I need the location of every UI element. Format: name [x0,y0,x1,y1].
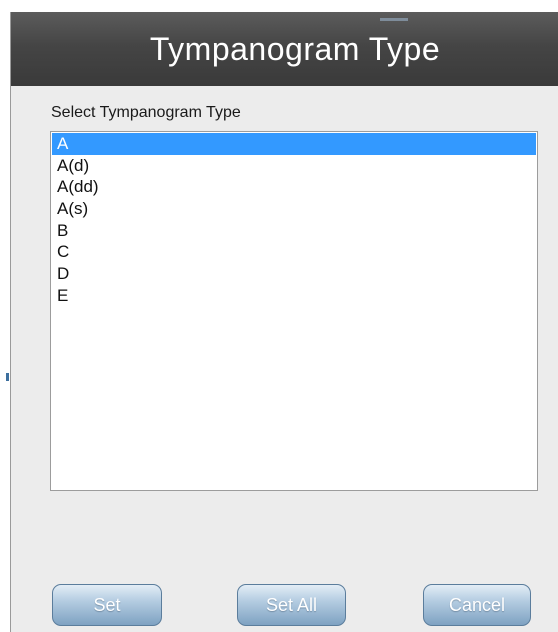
title-accent [380,18,408,21]
list-item-c[interactable]: C [52,241,536,263]
cancel-button[interactable]: Cancel [423,584,531,626]
list-item-d[interactable]: D [52,263,536,285]
list-item-a[interactable]: A [52,133,536,155]
list-item-e[interactable]: E [52,285,536,307]
set-all-button[interactable]: Set All [237,584,346,626]
set-button[interactable]: Set [52,584,162,626]
window-edge-marker [6,373,9,381]
list-item-a-s[interactable]: A(s) [52,198,536,220]
list-item-a-dd[interactable]: A(dd) [52,176,536,198]
list-item-b[interactable]: B [52,220,536,242]
tympanogram-type-dialog: Tympanogram Type Select Tympanogram Type… [10,12,558,632]
list-label: Select Tympanogram Type [51,104,241,121]
tympanogram-type-list[interactable]: A A(d) A(dd) A(s) B C D E [50,131,538,491]
dialog-title: Tympanogram Type [11,12,558,86]
list-item-a-d[interactable]: A(d) [52,155,536,177]
